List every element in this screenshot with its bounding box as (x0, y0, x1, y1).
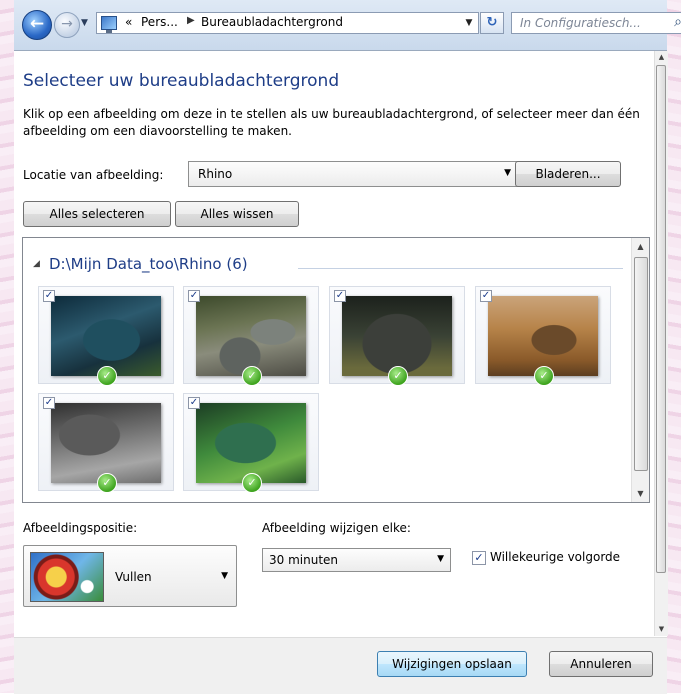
shuffle-label[interactable]: Willekeurige volgorde (490, 550, 620, 564)
selected-check-icon: ✓ (97, 473, 117, 493)
control-panel-icon (101, 16, 117, 33)
selected-check-icon: ✓ (388, 366, 408, 386)
footer-bar: Wijzigingen opslaan Annuleren (14, 637, 667, 694)
clear-all-button[interactable]: Alles wissen (175, 201, 299, 227)
browse-button[interactable]: Bladeren... (515, 161, 621, 187)
selected-check-icon: ✓ (97, 366, 117, 386)
location-dropdown[interactable]: Rhino ▼ (188, 161, 518, 187)
picture-checkbox[interactable]: ✓ (43, 397, 55, 409)
scrollbar-thumb[interactable] (634, 257, 648, 471)
cancel-button[interactable]: Annuleren (549, 651, 653, 677)
rhino-photo-4 (488, 296, 598, 376)
chevron-down-icon: ▼ (221, 571, 228, 581)
picture-tile[interactable]: ✓ ✓ (475, 286, 611, 386)
position-value: Vullen (115, 570, 152, 584)
picture-tile[interactable]: ✓ ✓ (329, 286, 465, 386)
group-title: D:\Mijn Data_too\Rhino (6) (49, 255, 248, 273)
rhino-photo-1 (51, 296, 161, 376)
picture-tile[interactable]: ✓ ✓ (38, 393, 174, 493)
scroll-up-icon[interactable]: ▲ (632, 238, 649, 255)
address-bar[interactable]: « Pers... ▶ Bureaubladachtergrond ▼ (96, 12, 479, 34)
rhino-photo-3 (342, 296, 452, 376)
picture-checkbox[interactable]: ✓ (188, 397, 200, 409)
navigation-bar: ← → ▼ « Pers... ▶ Bureaubladachtergrond … (14, 0, 681, 51)
breadcrumb-desktop-background[interactable]: Bureaubladachtergrond (201, 15, 343, 29)
address-dropdown-icon[interactable]: ▼ (462, 15, 476, 31)
page-description: Klik op een afbeelding om deze in te ste… (23, 107, 640, 138)
breadcrumb-separator-icon[interactable]: ▶ (187, 15, 195, 26)
location-label: Locatie van afbeelding: (23, 168, 164, 182)
scroll-up-icon[interactable]: ▲ (655, 51, 668, 64)
selected-check-icon: ✓ (534, 366, 554, 386)
search-placeholder: In Configuratiesch... (520, 16, 641, 30)
chevron-down-icon: ▼ (504, 168, 511, 178)
shuffle-checkbox[interactable]: ✓ (472, 551, 486, 565)
search-icon[interactable]: ⌕ (674, 14, 681, 30)
picture-tile[interactable]: ✓ ✓ (183, 393, 319, 493)
page-title: Selecteer uw bureaubladachtergrond (23, 71, 340, 91)
interval-dropdown[interactable]: 30 minuten ▼ (262, 548, 451, 572)
chevron-down-icon: ▼ (437, 554, 444, 564)
selected-check-icon: ✓ (242, 366, 262, 386)
location-value: Rhino (198, 167, 233, 181)
scrollbar-thumb[interactable] (656, 65, 666, 573)
rhino-photo-6 (196, 403, 306, 483)
selected-check-icon: ✓ (242, 473, 262, 493)
picture-tile[interactable]: ✓ ✓ (183, 286, 319, 386)
picture-checkbox[interactable]: ✓ (480, 290, 492, 302)
recent-pages-dropdown[interactable]: ▼ (81, 18, 89, 28)
picture-checkbox[interactable]: ✓ (334, 290, 346, 302)
right-edge-background (667, 0, 681, 693)
refresh-button[interactable]: ↻ (480, 12, 504, 34)
interval-value: 30 minuten (269, 553, 339, 567)
position-label: Afbeeldingspositie: (23, 521, 138, 535)
main-content: Selecteer uw bureaubladachtergrond Klik … (14, 51, 654, 693)
group-divider (298, 268, 623, 269)
rhino-photo-5 (51, 403, 161, 483)
forward-button[interactable]: → (54, 12, 80, 38)
search-input[interactable]: In Configuratiesch... ⌕ (511, 12, 681, 34)
rhino-photo-2 (196, 296, 306, 376)
back-arrow-icon: ← (29, 14, 45, 34)
forward-arrow-icon: → (61, 16, 73, 32)
refresh-icon: ↻ (486, 15, 498, 30)
breadcrumb-personalization[interactable]: Pers... (141, 15, 178, 29)
picture-list[interactable]: ◢ D:\Mijn Data_too\Rhino (6) ✓ ✓ ✓ ✓ ✓ ✓… (22, 237, 650, 503)
picture-checkbox[interactable]: ✓ (188, 290, 200, 302)
picture-tile[interactable]: ✓ ✓ (38, 286, 174, 386)
save-changes-button[interactable]: Wijzigingen opslaan (377, 651, 527, 677)
scroll-down-icon[interactable]: ▼ (655, 623, 668, 636)
back-button[interactable]: ← (22, 10, 52, 40)
scroll-down-icon[interactable]: ▼ (632, 485, 649, 502)
select-all-button[interactable]: Alles selecteren (23, 201, 171, 227)
left-edge-background (0, 0, 14, 693)
picture-list-scrollbar[interactable]: ▲ ▼ (631, 238, 649, 502)
group-header[interactable]: ◢ D:\Mijn Data_too\Rhino (6) (33, 255, 248, 273)
page-scrollbar[interactable]: ▲ ▼ (654, 51, 668, 636)
collapse-triangle-icon[interactable]: ◢ (33, 259, 40, 269)
picture-checkbox[interactable]: ✓ (43, 290, 55, 302)
breadcrumb-overflow[interactable]: « (125, 15, 132, 29)
interval-label: Afbeelding wijzigen elke: (262, 521, 411, 535)
position-dropdown[interactable]: Vullen ▼ (23, 545, 237, 607)
flower-preview-icon (30, 552, 104, 602)
